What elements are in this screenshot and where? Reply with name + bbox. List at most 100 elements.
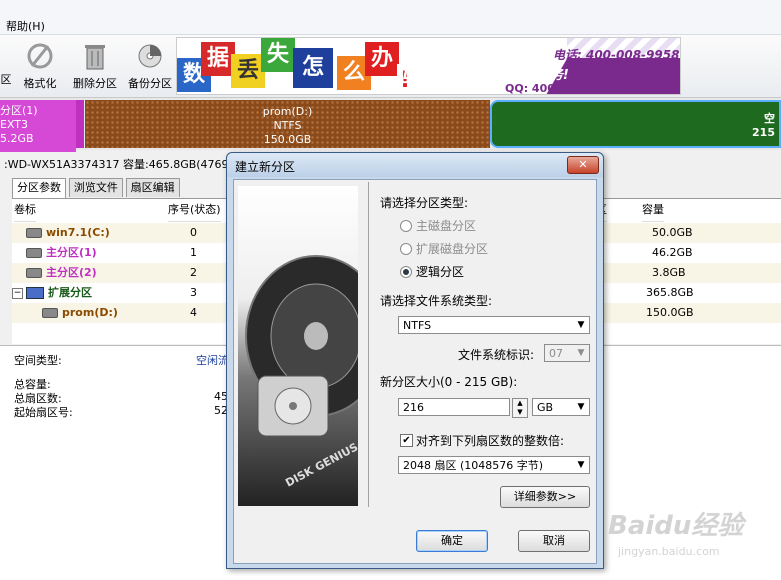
tab-bar: 分区参数 浏览文件 扇区编辑 xyxy=(12,178,180,198)
radio-extended-label: 扩展磁盘分区 xyxy=(416,242,489,256)
close-button[interactable]: ✕ xyxy=(567,156,599,174)
detail-params-button[interactable]: 详细参数>> xyxy=(500,486,590,508)
banner-qq: QQ: 4000089958(与电话同号) xyxy=(505,82,674,95)
radio-logical[interactable] xyxy=(400,266,412,278)
delete-partition-label: 删除分区 xyxy=(73,77,117,90)
filesystem-id-label: 文件系统标识: xyxy=(458,348,535,362)
partition-seq: 0 xyxy=(190,226,197,239)
banner-tel: 电话: 400-008-9958 xyxy=(553,48,680,62)
banner-block: 失 xyxy=(261,38,295,72)
toolbar-partial-label: 区 xyxy=(0,73,12,86)
size-spinner[interactable]: ▲ ▼ xyxy=(512,398,528,418)
tab-browse-files[interactable]: 浏览文件 xyxy=(68,178,123,197)
segment-line: 分区(1) xyxy=(0,104,38,117)
disk-genius-engraving: DISK GENIUS xyxy=(283,440,358,489)
banner-block: 据 xyxy=(201,42,235,76)
size-unit-select[interactable]: GB ▼ xyxy=(532,398,590,416)
partition-seq: 3 xyxy=(190,286,197,299)
trash-icon xyxy=(85,45,105,70)
ok-button[interactable]: 确定 xyxy=(416,530,488,552)
partition-size-label: 新分区大小(0 - 215 GB): xyxy=(380,375,518,389)
align-checkbox[interactable]: ✔ xyxy=(400,434,413,447)
align-select[interactable]: 2048 扇区 (1048576 字节) ▼ xyxy=(398,456,590,474)
disk-segment-primary-2[interactable] xyxy=(76,100,84,148)
col-header-label[interactable]: 卷标 xyxy=(14,199,36,222)
partition-capacity: 150.0GB xyxy=(646,306,694,319)
chevron-down-icon: ▼ xyxy=(577,320,585,330)
partition-name: 主分区(1) xyxy=(46,246,97,259)
dialog-titlebar[interactable]: 建立新分区 ✕ xyxy=(227,153,603,177)
partition-name: 扩展分区 xyxy=(48,286,92,299)
ad-banner[interactable]: 数 据 丢 失 怎 么 办 ! DiskGenius团队为您服务! 电话: 40… xyxy=(176,37,681,95)
drive-icon xyxy=(26,268,42,278)
segment-line: 5.2GB xyxy=(0,132,34,145)
backup-partition-button[interactable]: 备份分区 xyxy=(124,39,176,95)
filesystem-type-label: 请选择文件系统类型: xyxy=(380,294,493,308)
radio-extended[interactable] xyxy=(400,243,412,255)
backup-partition-label: 备份分区 xyxy=(128,77,172,90)
align-label: 对齐到下列扇区数的整数倍: xyxy=(416,434,565,448)
partition-seq: 1 xyxy=(190,246,197,259)
format-label: 格式化 xyxy=(23,77,57,90)
partition-capacity: 3.8GB xyxy=(652,266,686,279)
disk-info: :WD-WX51A3374317 容量:465.8GB(476940M xyxy=(4,158,253,171)
baidu-watermark-url: jingyan.baidu.com xyxy=(618,545,720,558)
col-header-seq[interactable]: 序号(状态) xyxy=(168,199,221,222)
banner-block: 怎 xyxy=(293,48,333,88)
col-header-capacity[interactable]: 容量 xyxy=(642,199,664,222)
banner-block: 办 xyxy=(365,42,399,76)
menu-bar: 帮助(H) xyxy=(0,0,781,35)
disk-segment-primary[interactable]: 分区(1) EXT3 5.2GB xyxy=(0,100,76,152)
disk-segment-free[interactable]: 空 215 xyxy=(490,100,781,148)
drive-icon xyxy=(42,308,58,318)
space-type-value: 空闲流 xyxy=(196,354,229,367)
new-partition-dialog: 建立新分区 ✕ DISK GENIUS 请选择分区类型: 主磁盘分区 扩展磁盘分… xyxy=(226,152,604,569)
segment-line: NTFS xyxy=(273,119,302,132)
dialog-title: 建立新分区 xyxy=(235,160,296,174)
partition-type-label: 请选择分区类型: xyxy=(380,196,469,210)
cancel-button[interactable]: 取消 xyxy=(518,530,590,552)
align-value: 2048 扇区 (1048576 字节) xyxy=(403,459,544,472)
space-type-label: 空间类型: xyxy=(14,354,62,367)
backup-disc-icon xyxy=(138,44,162,68)
tab-partition-params[interactable]: 分区参数 xyxy=(12,178,66,198)
chevron-down-icon: ▼ xyxy=(577,402,585,412)
chevron-down-icon: ▼ xyxy=(577,348,585,358)
partition-capacity: 365.8GB xyxy=(646,286,694,299)
segment-line: prom(D:) xyxy=(262,105,313,118)
radio-logical-label: 逻辑分区 xyxy=(416,265,465,279)
collapse-toggle[interactable]: − xyxy=(12,287,23,299)
drive-icon xyxy=(26,228,42,238)
extended-partition-icon xyxy=(26,287,44,299)
partition-size-value: 216 xyxy=(403,401,424,414)
baidu-watermark: Baidu经验 xyxy=(608,511,744,541)
partition-capacity: 50.0GB xyxy=(652,226,693,239)
segment-line: 空 xyxy=(764,112,775,125)
start-sector-label: 起始扇区号: xyxy=(14,406,73,419)
size-unit-value: GB xyxy=(537,401,554,414)
partition-seq: 4 xyxy=(190,306,197,319)
disk-segment-logical[interactable]: prom(D:) NTFS 150.0GB xyxy=(85,100,490,148)
delete-partition-button[interactable]: 删除分区 xyxy=(68,39,122,95)
partition-seq: 2 xyxy=(190,266,197,279)
format-button[interactable]: 格式化 xyxy=(18,39,62,95)
partition-name: 主分区(2) xyxy=(46,266,97,279)
partition-size-input[interactable]: 216 xyxy=(398,398,510,416)
filesystem-id-select[interactable]: 07 ▼ xyxy=(544,344,590,362)
hard-disk-illustration: DISK GENIUS xyxy=(238,186,387,506)
dialog-body: DISK GENIUS 请选择分区类型: 主磁盘分区 扩展磁盘分区 逻辑分区 请… xyxy=(233,179,597,564)
segment-line: 215 xyxy=(752,126,775,139)
filesystem-select[interactable]: NTFS ▼ xyxy=(398,316,590,334)
format-icon xyxy=(27,43,53,69)
partition-name: win7.1(C:) xyxy=(46,226,110,239)
radio-primary[interactable] xyxy=(400,220,412,232)
menu-help[interactable]: 帮助(H) xyxy=(6,18,45,34)
chevron-down-icon: ▼ xyxy=(577,460,585,470)
partition-capacity: 46.2GB xyxy=(652,246,693,259)
spin-down-icon[interactable]: ▼ xyxy=(513,408,527,417)
drive-icon xyxy=(26,248,42,258)
spin-up-icon[interactable]: ▲ xyxy=(513,399,527,408)
tab-sector-edit[interactable]: 扇区编辑 xyxy=(125,178,180,197)
radio-primary-label: 主磁盘分区 xyxy=(416,219,477,233)
close-icon: ✕ xyxy=(578,158,588,171)
